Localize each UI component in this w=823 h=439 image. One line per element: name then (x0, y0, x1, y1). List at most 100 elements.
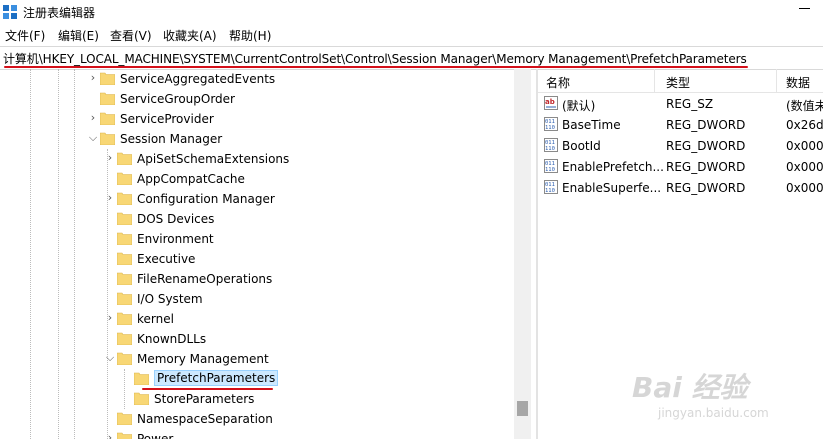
menu-help[interactable]: 帮助(H) (229, 27, 271, 44)
chevron-down-icon[interactable]: ⌵ (105, 352, 115, 363)
tree-node-label: NamespaceSeparation (137, 412, 273, 426)
address-path[interactable]: 计算机\HKEY_LOCAL_MACHINE\SYSTEM\CurrentCon… (3, 50, 747, 67)
column-divider[interactable] (654, 69, 655, 92)
baidu-watermark: Bai 经验 jingyan.baidu.com (632, 366, 802, 426)
tree-node[interactable]: AppCompatCache (0, 169, 512, 189)
folder-icon (117, 172, 132, 185)
tree-node-label: Environment (137, 232, 214, 246)
binary-value-icon: 011110 (544, 138, 558, 152)
tree-node[interactable]: › kernel (0, 309, 512, 329)
menu-file[interactable]: 文件(F) (5, 27, 45, 44)
minimize-icon[interactable] (799, 1, 811, 15)
tree-node[interactable]: NamespaceSeparation (0, 409, 512, 429)
list-header: 名称 类型 数据 (538, 69, 823, 93)
column-name-header[interactable]: 名称 (546, 74, 570, 91)
tree-node[interactable]: ServiceGroupOrder (0, 89, 512, 109)
chevron-right-icon[interactable]: › (88, 112, 98, 123)
value-data: 0x26d0 (786, 118, 823, 132)
tree-node-label: AppCompatCache (137, 172, 245, 186)
menu-edit[interactable]: 编辑(E) (58, 27, 99, 44)
value-name: EnablePrefetch... (562, 160, 664, 174)
tree-node[interactable]: ⌵ Memory Management (0, 349, 512, 369)
tree-node[interactable]: › ServiceAggregatedEvents (0, 69, 512, 89)
folder-icon (117, 312, 132, 325)
value-data: 0x0000 (786, 181, 823, 195)
chevron-right-icon[interactable]: › (105, 192, 115, 203)
folder-icon (117, 212, 132, 225)
tree-node-label: KnownDLLs (137, 332, 207, 346)
chevron-right-icon[interactable]: › (105, 152, 115, 163)
tree-node-label: ApiSetSchemaExtensions (137, 152, 290, 166)
list-row[interactable]: 011110 BootId REG_DWORD 0x0000 (538, 135, 823, 156)
watermark-url: jingyan.baidu.com (658, 406, 769, 420)
tree-node-label: Memory Management (137, 352, 269, 366)
list-row[interactable]: 011110 EnablePrefetch...REG_DWORD 0x0000 (538, 156, 823, 177)
tree-node[interactable]: PrefetchParameters (0, 369, 512, 389)
value-name: (默认) (562, 99, 596, 113)
column-type-header[interactable]: 类型 (666, 74, 690, 91)
tree-node-label: Session Manager (120, 132, 223, 146)
tree-node[interactable]: › Power (0, 429, 512, 439)
svg-text:110: 110 (545, 167, 555, 173)
folder-icon (117, 152, 132, 165)
value-type: REG_DWORD (666, 160, 746, 174)
tree-node-label: kernel (137, 312, 174, 326)
chevron-right-icon[interactable]: › (88, 72, 98, 83)
title-bar: 注册表编辑器 (0, 0, 823, 25)
value-name: EnableSuperfe... (562, 181, 662, 195)
folder-icon (100, 132, 115, 145)
tree-node[interactable]: DOS Devices (0, 209, 512, 229)
chevron-down-icon[interactable]: ⌵ (88, 132, 98, 143)
value-name: BaseTime (562, 118, 621, 132)
key-tree[interactable]: › ServiceAggregatedEvents ServiceGroupOrde… (0, 69, 530, 439)
tree-node-label: DOS Devices (137, 212, 215, 226)
tree-node-label: ServiceProvider (120, 112, 214, 126)
tree-node[interactable]: Executive (0, 249, 512, 269)
menu-favorites[interactable]: 收藏夹(A) (163, 27, 217, 44)
tree-node[interactable]: I/O System (0, 289, 512, 309)
list-row[interactable]: 011110 BaseTime REG_DWORD 0x26d0 (538, 114, 823, 135)
tree-node[interactable]: FileRenameOperations (0, 269, 512, 289)
tree-node[interactable]: Environment (0, 229, 512, 249)
menu-bar: 文件(F) 编辑(E) 查看(V) 收藏夹(A) 帮助(H) (0, 25, 823, 46)
tree-node-label: PrefetchParameters (154, 370, 279, 386)
tree-node-label: I/O System (137, 292, 203, 306)
folder-icon (100, 72, 115, 85)
column-data-header[interactable]: 数据 (786, 74, 810, 91)
tree-node[interactable]: › Configuration Manager (0, 189, 512, 209)
folder-icon (134, 392, 149, 405)
binary-value-icon: 011110 (544, 159, 558, 173)
column-divider[interactable] (776, 69, 777, 92)
tree-node-label: Executive (137, 252, 196, 266)
tree-node[interactable]: ⌵ Session Manager (0, 129, 512, 149)
list-row[interactable]: 011110 EnableSuperfe... REG_DWORD 0x0000 (538, 177, 823, 198)
tree-node[interactable]: KnownDLLs (0, 329, 512, 349)
value-data: 0x0000 (786, 139, 823, 153)
tree-node-label: FileRenameOperations (137, 272, 273, 286)
folder-icon (117, 252, 132, 265)
tree-node[interactable]: StoreParameters (0, 389, 512, 409)
tree-node[interactable]: › ApiSetSchemaExtensions (0, 149, 512, 169)
tree-node-label: StoreParameters (154, 392, 255, 406)
value-type: REG_DWORD (666, 181, 746, 195)
folder-icon (117, 432, 132, 439)
chevron-right-icon[interactable]: › (105, 432, 115, 439)
svg-text:110: 110 (545, 188, 555, 194)
folder-icon (117, 412, 132, 425)
regedit-app-icon (3, 5, 17, 19)
tree-node-label: Power (137, 432, 174, 439)
annotation-underline-address (4, 66, 748, 68)
menu-view[interactable]: 查看(V) (110, 27, 152, 44)
folder-icon (117, 332, 132, 345)
binary-value-icon: 011110 (544, 117, 558, 131)
value-type: REG_DWORD (666, 139, 746, 153)
value-data: 0x0000 (786, 160, 823, 174)
folder-icon (117, 272, 132, 285)
folder-icon (100, 92, 115, 105)
tree-node[interactable]: › ServiceProvider (0, 109, 512, 129)
string-value-icon: ab (544, 96, 558, 110)
scrollbar-thumb[interactable] (517, 401, 528, 416)
list-row[interactable]: ab (默认) REG_SZ (数值未 (538, 93, 823, 114)
chevron-right-icon[interactable]: › (105, 312, 115, 323)
tree-scrollbar[interactable] (514, 69, 531, 439)
